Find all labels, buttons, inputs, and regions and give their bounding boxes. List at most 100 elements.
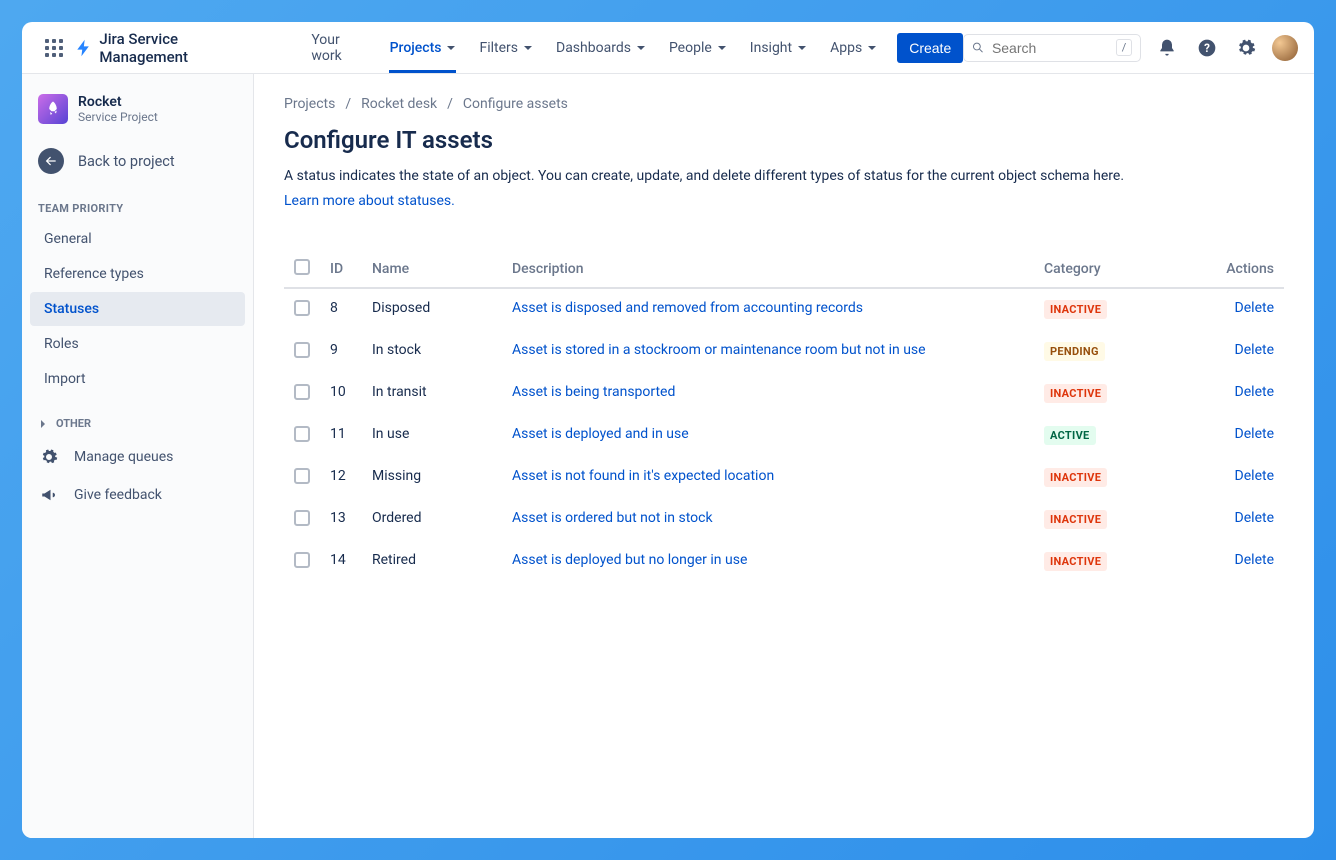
- row-checkbox[interactable]: [294, 510, 310, 526]
- section-other-label: OTHER: [56, 417, 91, 430]
- nav-people[interactable]: People: [662, 22, 733, 73]
- row-id: 10: [320, 373, 362, 415]
- row-id: 9: [320, 331, 362, 373]
- row-name: Retired: [362, 541, 502, 583]
- category-badge: PENDING: [1044, 342, 1105, 361]
- row-id: 11: [320, 415, 362, 457]
- row-description-link[interactable]: Asset is stored in a stockroom or mainte…: [512, 342, 926, 358]
- row-description-link[interactable]: Asset is disposed and removed from accou…: [512, 300, 863, 316]
- notifications-icon[interactable]: [1153, 34, 1181, 62]
- row-description-link[interactable]: Asset is ordered but not in stock: [512, 510, 713, 526]
- nav-dashboards[interactable]: Dashboards: [549, 22, 652, 73]
- breadcrumb-configure-assets[interactable]: Configure assets: [463, 96, 568, 112]
- sidebar-manage-queues[interactable]: Manage queues: [22, 438, 253, 476]
- sidebar-give-feedback[interactable]: Give feedback: [22, 476, 253, 514]
- search-input[interactable]: [990, 39, 1116, 57]
- category-badge: INACTIVE: [1044, 468, 1107, 487]
- row-checkbox[interactable]: [294, 426, 310, 442]
- delete-link[interactable]: Delete: [1235, 552, 1274, 568]
- arrow-left-icon: [38, 148, 64, 174]
- table-row: 11In use Asset is deployed and in use ACTI…: [284, 415, 1284, 457]
- section-team-priority: TEAM PRIORITY: [22, 188, 253, 221]
- col-description[interactable]: Description: [502, 251, 1034, 288]
- app-switcher-icon[interactable]: [38, 32, 70, 64]
- sidebar-item-statuses[interactable]: Statuses: [30, 292, 245, 326]
- table-row: 10In transit Asset is being transported IN…: [284, 373, 1284, 415]
- row-name: Missing: [362, 457, 502, 499]
- breadcrumb-rocket-desk[interactable]: Rocket desk: [361, 96, 437, 112]
- row-description-link[interactable]: Asset is deployed and in use: [512, 426, 689, 442]
- sidebar-item-reference-types[interactable]: Reference types: [30, 257, 245, 291]
- row-checkbox[interactable]: [294, 468, 310, 484]
- help-icon[interactable]: ?: [1193, 34, 1221, 62]
- sidebar-item-general[interactable]: General: [30, 222, 245, 256]
- row-checkbox[interactable]: [294, 300, 310, 316]
- chevron-right-icon: [38, 419, 48, 429]
- page-title: Configure IT assets: [284, 126, 1284, 154]
- project-rocket-icon: [38, 94, 68, 124]
- row-description-link[interactable]: Asset is deployed but no longer in use: [512, 552, 747, 568]
- row-name: In stock: [362, 331, 502, 373]
- row-id: 12: [320, 457, 362, 499]
- back-label: Back to project: [78, 153, 175, 170]
- search-shortcut-hint: /: [1116, 39, 1133, 56]
- table-row: 13Ordered Asset is ordered but not in sto…: [284, 499, 1284, 541]
- row-name: Disposed: [362, 288, 502, 331]
- sidebar-item-roles[interactable]: Roles: [30, 327, 245, 361]
- category-badge: INACTIVE: [1044, 510, 1107, 529]
- table-row: 14Retired Asset is deployed but no longer…: [284, 541, 1284, 583]
- delete-link[interactable]: Delete: [1235, 510, 1274, 526]
- delete-link[interactable]: Delete: [1235, 426, 1274, 442]
- delete-link[interactable]: Delete: [1235, 468, 1274, 484]
- col-id[interactable]: ID: [320, 251, 362, 288]
- row-id: 13: [320, 499, 362, 541]
- settings-icon[interactable]: [1233, 34, 1261, 62]
- row-checkbox[interactable]: [294, 552, 310, 568]
- nav-filters[interactable]: Filters: [472, 22, 539, 73]
- row-id: 8: [320, 288, 362, 331]
- user-avatar[interactable]: [1272, 35, 1298, 61]
- breadcrumb-projects[interactable]: Projects: [284, 96, 335, 112]
- nav-projects[interactable]: Projects: [383, 22, 463, 73]
- product-logo[interactable]: Jira Service Management: [74, 30, 269, 66]
- category-badge: INACTIVE: [1044, 552, 1107, 571]
- nav-insight[interactable]: Insight: [743, 22, 813, 73]
- search-box[interactable]: /: [963, 34, 1141, 62]
- table-row: 8Disposed Asset is disposed and removed f…: [284, 288, 1284, 331]
- delete-link[interactable]: Delete: [1235, 384, 1274, 400]
- table-row: 12Missing Asset is not found in it's expe…: [284, 457, 1284, 499]
- section-other-toggle[interactable]: OTHER: [22, 397, 253, 438]
- table-row: 9In stock Asset is stored in a stockroom …: [284, 331, 1284, 373]
- row-name: Ordered: [362, 499, 502, 541]
- project-header: Rocket Service Project: [22, 90, 253, 134]
- project-name: Rocket: [78, 94, 158, 110]
- row-description-link[interactable]: Asset is not found in it's expected loca…: [512, 468, 774, 484]
- row-checkbox[interactable]: [294, 342, 310, 358]
- gear-icon: [40, 448, 58, 466]
- col-name[interactable]: Name: [362, 251, 502, 288]
- row-checkbox[interactable]: [294, 384, 310, 400]
- project-subtitle: Service Project: [78, 110, 158, 124]
- page-description: A status indicates the state of an objec…: [284, 166, 1284, 187]
- col-category[interactable]: Category: [1034, 251, 1204, 288]
- search-icon: [972, 40, 984, 55]
- select-all-checkbox[interactable]: [294, 259, 310, 275]
- row-id: 14: [320, 541, 362, 583]
- learn-more-link[interactable]: Learn more about statuses.: [284, 193, 1284, 209]
- row-name: In use: [362, 415, 502, 457]
- megaphone-icon: [40, 486, 58, 504]
- row-description-link[interactable]: Asset is being transported: [512, 384, 675, 400]
- create-button[interactable]: Create: [897, 33, 963, 63]
- sidebar-item-import[interactable]: Import: [30, 362, 245, 396]
- delete-link[interactable]: Delete: [1235, 342, 1274, 358]
- category-badge: INACTIVE: [1044, 384, 1107, 403]
- breadcrumb: Projects / Rocket desk / Configure asset…: [284, 96, 1284, 112]
- product-name: Jira Service Management: [99, 30, 268, 66]
- nav-apps[interactable]: Apps: [823, 22, 883, 73]
- row-name: In transit: [362, 373, 502, 415]
- delete-link[interactable]: Delete: [1235, 300, 1274, 316]
- give-feedback-label: Give feedback: [74, 487, 162, 503]
- nav-your-work[interactable]: Your work: [304, 22, 372, 73]
- back-to-project[interactable]: Back to project: [22, 134, 253, 188]
- category-badge: ACTIVE: [1044, 426, 1096, 445]
